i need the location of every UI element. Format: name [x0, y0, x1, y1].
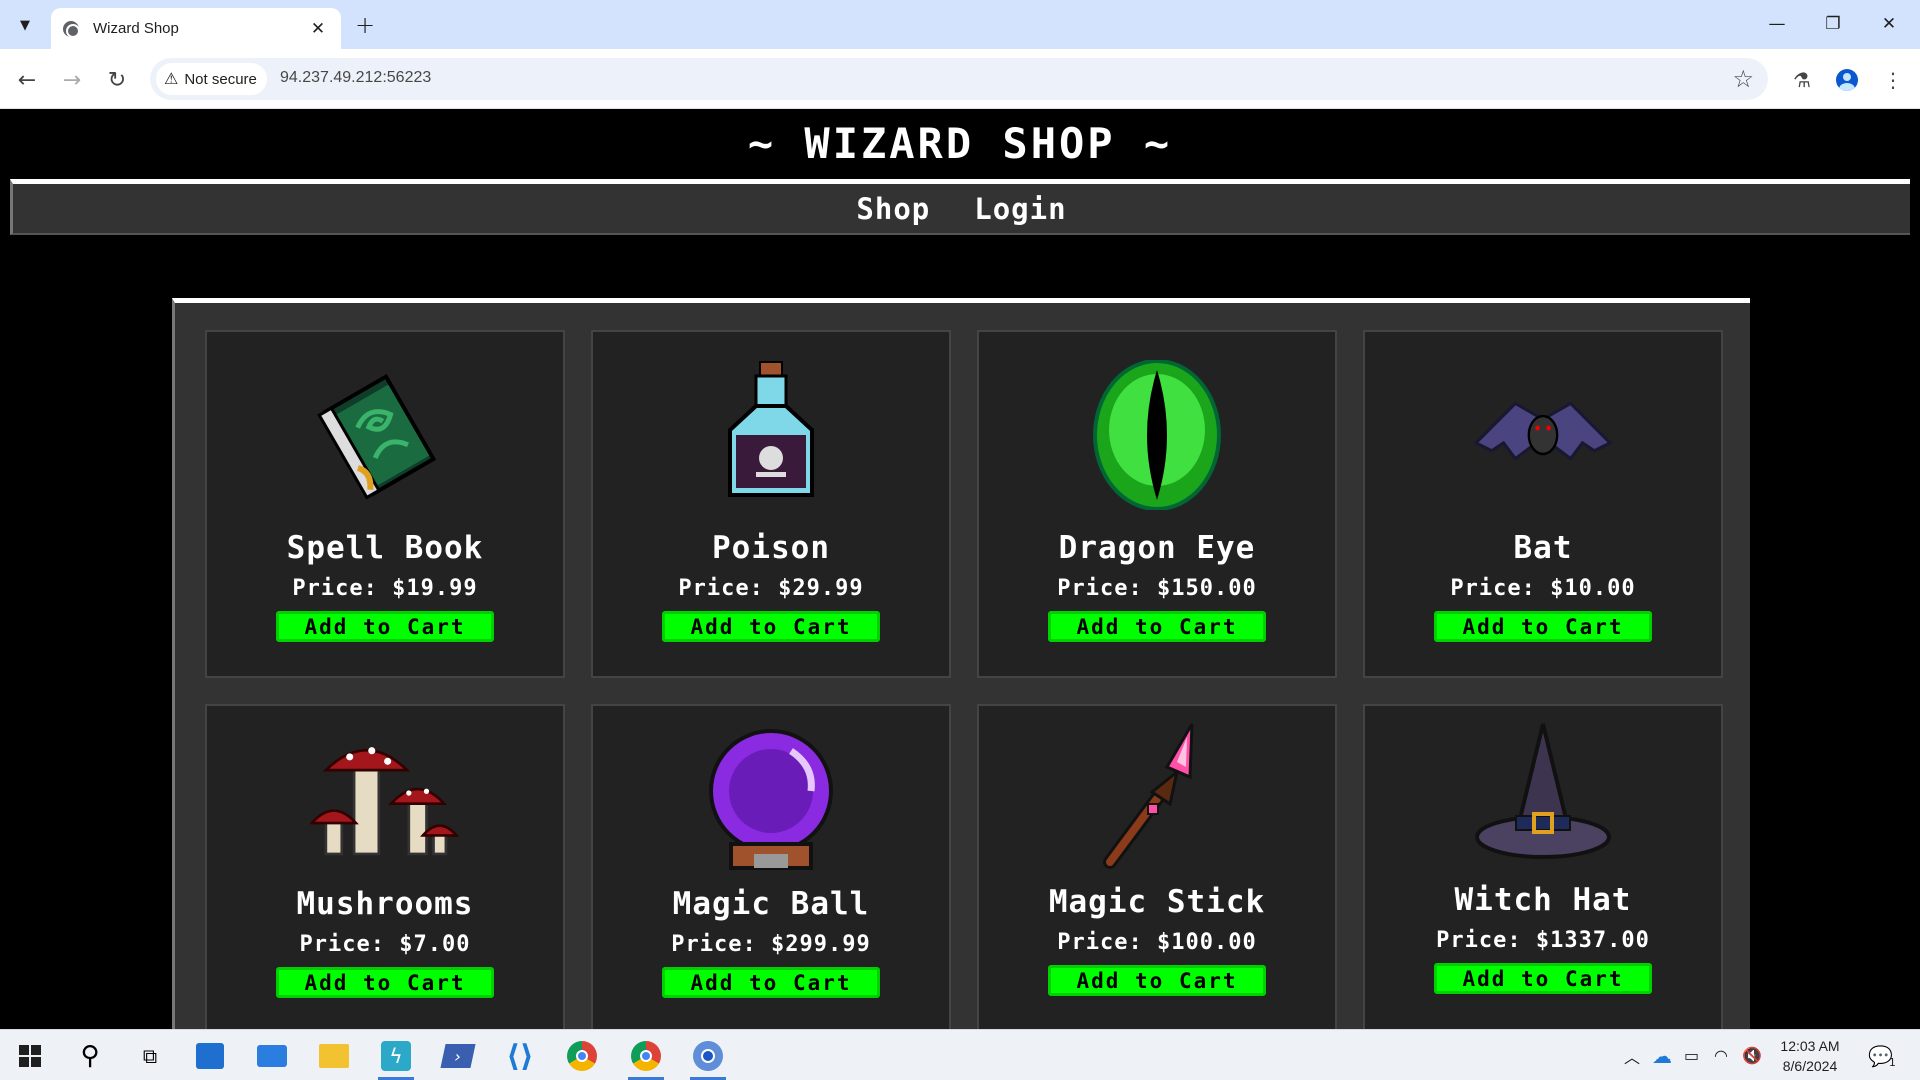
vscode-icon[interactable]: ⟨⟩ [498, 1036, 542, 1076]
product-price: Price: $150.00 [1057, 576, 1257, 601]
product-name: Witch Hat [1454, 882, 1632, 918]
witch-hat-icon [1468, 722, 1618, 872]
network-icon[interactable]: ◠ [1714, 1030, 1728, 1080]
new-tab-button[interactable]: + [350, 10, 380, 40]
shop-panel: Spell Book Price: $19.99 Add to Cart Poi… [172, 298, 1750, 1029]
menu-kebab-icon[interactable]: ⋮ [1876, 63, 1910, 97]
add-to-cart-button[interactable]: Add to Cart [1434, 611, 1652, 642]
restore-button[interactable]: ❐ [1805, 8, 1861, 40]
add-to-cart-button[interactable]: Add to Cart [276, 967, 494, 998]
search-icon[interactable]: ⚲ [68, 1036, 112, 1076]
browser-tab[interactable]: Wizard Shop ✕ [51, 8, 341, 49]
browser-tab-bar: ▼ Wizard Shop ✕ + — ❐ ✕ [0, 0, 1920, 49]
product-price: Price: $29.99 [678, 576, 864, 601]
back-button[interactable]: ← [10, 63, 44, 97]
volume-muted-icon[interactable]: 🔇 [1742, 1030, 1762, 1080]
file-explorer-icon[interactable] [312, 1036, 356, 1076]
product-card: Bat Price: $10.00 Add to Cart [1363, 330, 1723, 678]
bat-icon [1468, 360, 1618, 510]
taskbar-clock[interactable]: 12:03 AM 8/6/2024 [1765, 1036, 1855, 1076]
add-to-cart-button[interactable]: Add to Cart [1434, 963, 1652, 994]
spell-book-icon [310, 360, 460, 510]
add-to-cart-button[interactable]: Add to Cart [276, 611, 494, 642]
onedrive-cloud-icon[interactable]: ☁ [1652, 1030, 1672, 1080]
product-card: Magic Stick Price: $100.00 Add to Cart [977, 704, 1337, 1029]
bookmark-star-icon[interactable]: ☆ [1732, 65, 1754, 93]
tray-chevron-icon[interactable]: ︿ [1624, 1030, 1640, 1080]
warning-icon: ⚠ [164, 71, 179, 88]
product-card: Magic Ball Price: $299.99 Add to Cart [591, 704, 951, 1029]
nav-shop-link[interactable]: Shop [854, 192, 932, 226]
close-window-button[interactable]: ✕ [1861, 8, 1917, 40]
product-card: Poison Price: $29.99 Add to Cart [591, 330, 951, 678]
site-info-chip[interactable]: ⚠ Not secure [156, 63, 267, 95]
dragon-eye-icon [1082, 360, 1232, 510]
store-icon[interactable] [188, 1036, 232, 1076]
product-card: Spell Book Price: $19.99 Add to Cart [205, 330, 565, 678]
add-to-cart-button[interactable]: Add to Cart [1048, 965, 1266, 996]
add-to-cart-button[interactable]: Add to Cart [1048, 611, 1266, 642]
close-tab-icon[interactable]: ✕ [307, 19, 329, 39]
magic-wand-icon [1082, 722, 1232, 872]
site-title: ~ WIZARD SHOP ~ [747, 119, 1173, 168]
browser-toolbar: ← → ↻ ⚠ Not secure 94.237.49.212:56223 ☆… [0, 49, 1920, 109]
chrome-icon[interactable] [560, 1036, 604, 1076]
product-price: Price: $299.99 [671, 932, 871, 957]
notifications-icon[interactable]: 💬 1 [1868, 1030, 1896, 1080]
notification-count: 1 [1888, 1056, 1896, 1069]
product-name: Dragon Eye [1058, 530, 1256, 566]
not-secure-label: Not secure [184, 70, 257, 88]
task-view-icon[interactable]: ⧉ [128, 1036, 172, 1076]
tab-search-chevron-icon[interactable]: ▼ [10, 10, 40, 40]
labs-flask-icon[interactable]: ⚗ [1785, 63, 1819, 97]
product-price: Price: $19.99 [292, 576, 478, 601]
windows-logo-icon [19, 1045, 41, 1067]
forward-button[interactable]: → [55, 63, 89, 97]
chrome-beta-icon[interactable] [686, 1036, 730, 1080]
product-name: Poison [712, 530, 830, 566]
product-price: Price: $100.00 [1057, 930, 1257, 955]
poison-bottle-icon [696, 360, 846, 510]
mushrooms-icon [310, 726, 460, 876]
product-name: Magic Stick [1048, 884, 1266, 920]
product-price: Price: $10.00 [1450, 576, 1636, 601]
crystal-ball-icon [696, 726, 846, 876]
reload-button[interactable]: ↻ [100, 63, 134, 97]
minimize-button[interactable]: — [1749, 8, 1805, 40]
add-to-cart-button[interactable]: Add to Cart [662, 967, 880, 998]
product-name: Bat [1513, 530, 1573, 566]
product-price: Price: $1337.00 [1436, 928, 1650, 953]
clock-date: 8/6/2024 [1782, 1058, 1838, 1074]
clock-time: 12:03 AM [1780, 1038, 1840, 1054]
tab-title: Wizard Shop [93, 20, 179, 37]
address-bar[interactable]: ⚠ Not secure 94.237.49.212:56223 ☆ [150, 58, 1768, 100]
product-card: Mushrooms Price: $7.00 Add to Cart [205, 704, 565, 1029]
mail-icon[interactable] [250, 1036, 294, 1076]
chrome-icon[interactable] [624, 1036, 668, 1080]
url-text[interactable]: 94.237.49.212:56223 [280, 69, 431, 87]
product-grid: Spell Book Price: $19.99 Add to Cart Poi… [205, 330, 1723, 1029]
product-name: Magic Ball [672, 886, 870, 922]
product-name: Mushrooms [296, 886, 474, 922]
terminal-app-icon[interactable]: ϟ [374, 1036, 418, 1080]
powershell-icon[interactable]: › [436, 1036, 480, 1076]
product-card: Witch Hat Price: $1337.00 Add to Cart [1363, 704, 1723, 1029]
add-to-cart-button[interactable]: Add to Cart [662, 611, 880, 642]
nav-login-link[interactable]: Login [972, 192, 1068, 226]
start-button[interactable] [8, 1036, 52, 1076]
windows-taskbar: ⚲ ⧉ ϟ › ⟨⟩ ︿ ☁ ▭ ◠ 🔇 12:03 AM 8/6/2024 💬… [0, 1029, 1920, 1080]
globe-icon [63, 20, 80, 38]
site-navbar: Shop Login [10, 179, 1910, 235]
battery-icon[interactable]: ▭ [1684, 1030, 1699, 1080]
profile-avatar[interactable] [1830, 63, 1864, 97]
product-price: Price: $7.00 [299, 932, 471, 957]
page-content: ~ WIZARD SHOP ~ Shop Login Spell Book Pr… [0, 109, 1920, 1029]
product-card: Dragon Eye Price: $150.00 Add to Cart [977, 330, 1337, 678]
product-name: Spell Book [286, 530, 484, 566]
